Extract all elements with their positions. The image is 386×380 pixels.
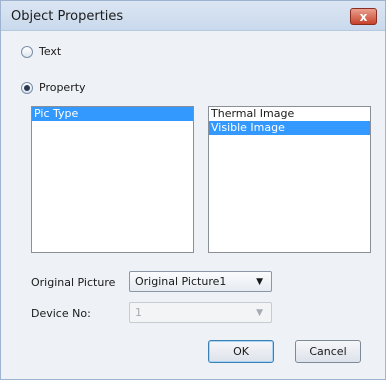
property-radio-option[interactable]: Property	[21, 81, 86, 94]
pic-type-list[interactable]: Pic Type	[31, 106, 194, 253]
close-button[interactable]: x	[350, 8, 377, 25]
device-no-label: Device No:	[31, 307, 91, 320]
list-item-visible-image[interactable]: Visible Image	[209, 121, 370, 135]
device-no-dropdown: 1 ▼	[129, 302, 272, 323]
cancel-button-label: Cancel	[309, 345, 347, 358]
close-icon: x	[359, 9, 368, 24]
text-radio-label: Text	[39, 45, 62, 58]
original-picture-label: Original Picture	[31, 276, 116, 289]
list-item-pic-type[interactable]: Pic Type	[32, 107, 193, 121]
radio-checked-dot	[24, 84, 30, 91]
original-picture-value: Original Picture1	[135, 275, 227, 288]
ok-button[interactable]: OK	[208, 340, 274, 363]
text-radio-icon[interactable]	[21, 45, 33, 58]
text-radio-option[interactable]: Text	[21, 45, 61, 58]
cancel-button[interactable]: Cancel	[295, 340, 361, 363]
dropdown-arrow-icon: ▼	[256, 276, 263, 287]
dropdown-arrow-icon: ▼	[256, 307, 263, 318]
list-item-thermal-image[interactable]: Thermal Image	[209, 107, 370, 121]
property-radio-label: Property	[39, 81, 86, 94]
image-type-list[interactable]: Thermal Image Visible Image	[208, 106, 371, 253]
ok-button-label: OK	[233, 345, 249, 358]
property-radio-icon[interactable]	[21, 81, 33, 94]
title-bar[interactable]: Object Properties x	[1, 1, 385, 31]
device-no-value: 1	[135, 306, 142, 319]
original-picture-dropdown[interactable]: Original Picture1 ▼	[129, 271, 272, 292]
object-properties-dialog: Object Properties x Text Property Pic Ty…	[0, 0, 386, 380]
dialog-title: Object Properties	[11, 9, 124, 24]
